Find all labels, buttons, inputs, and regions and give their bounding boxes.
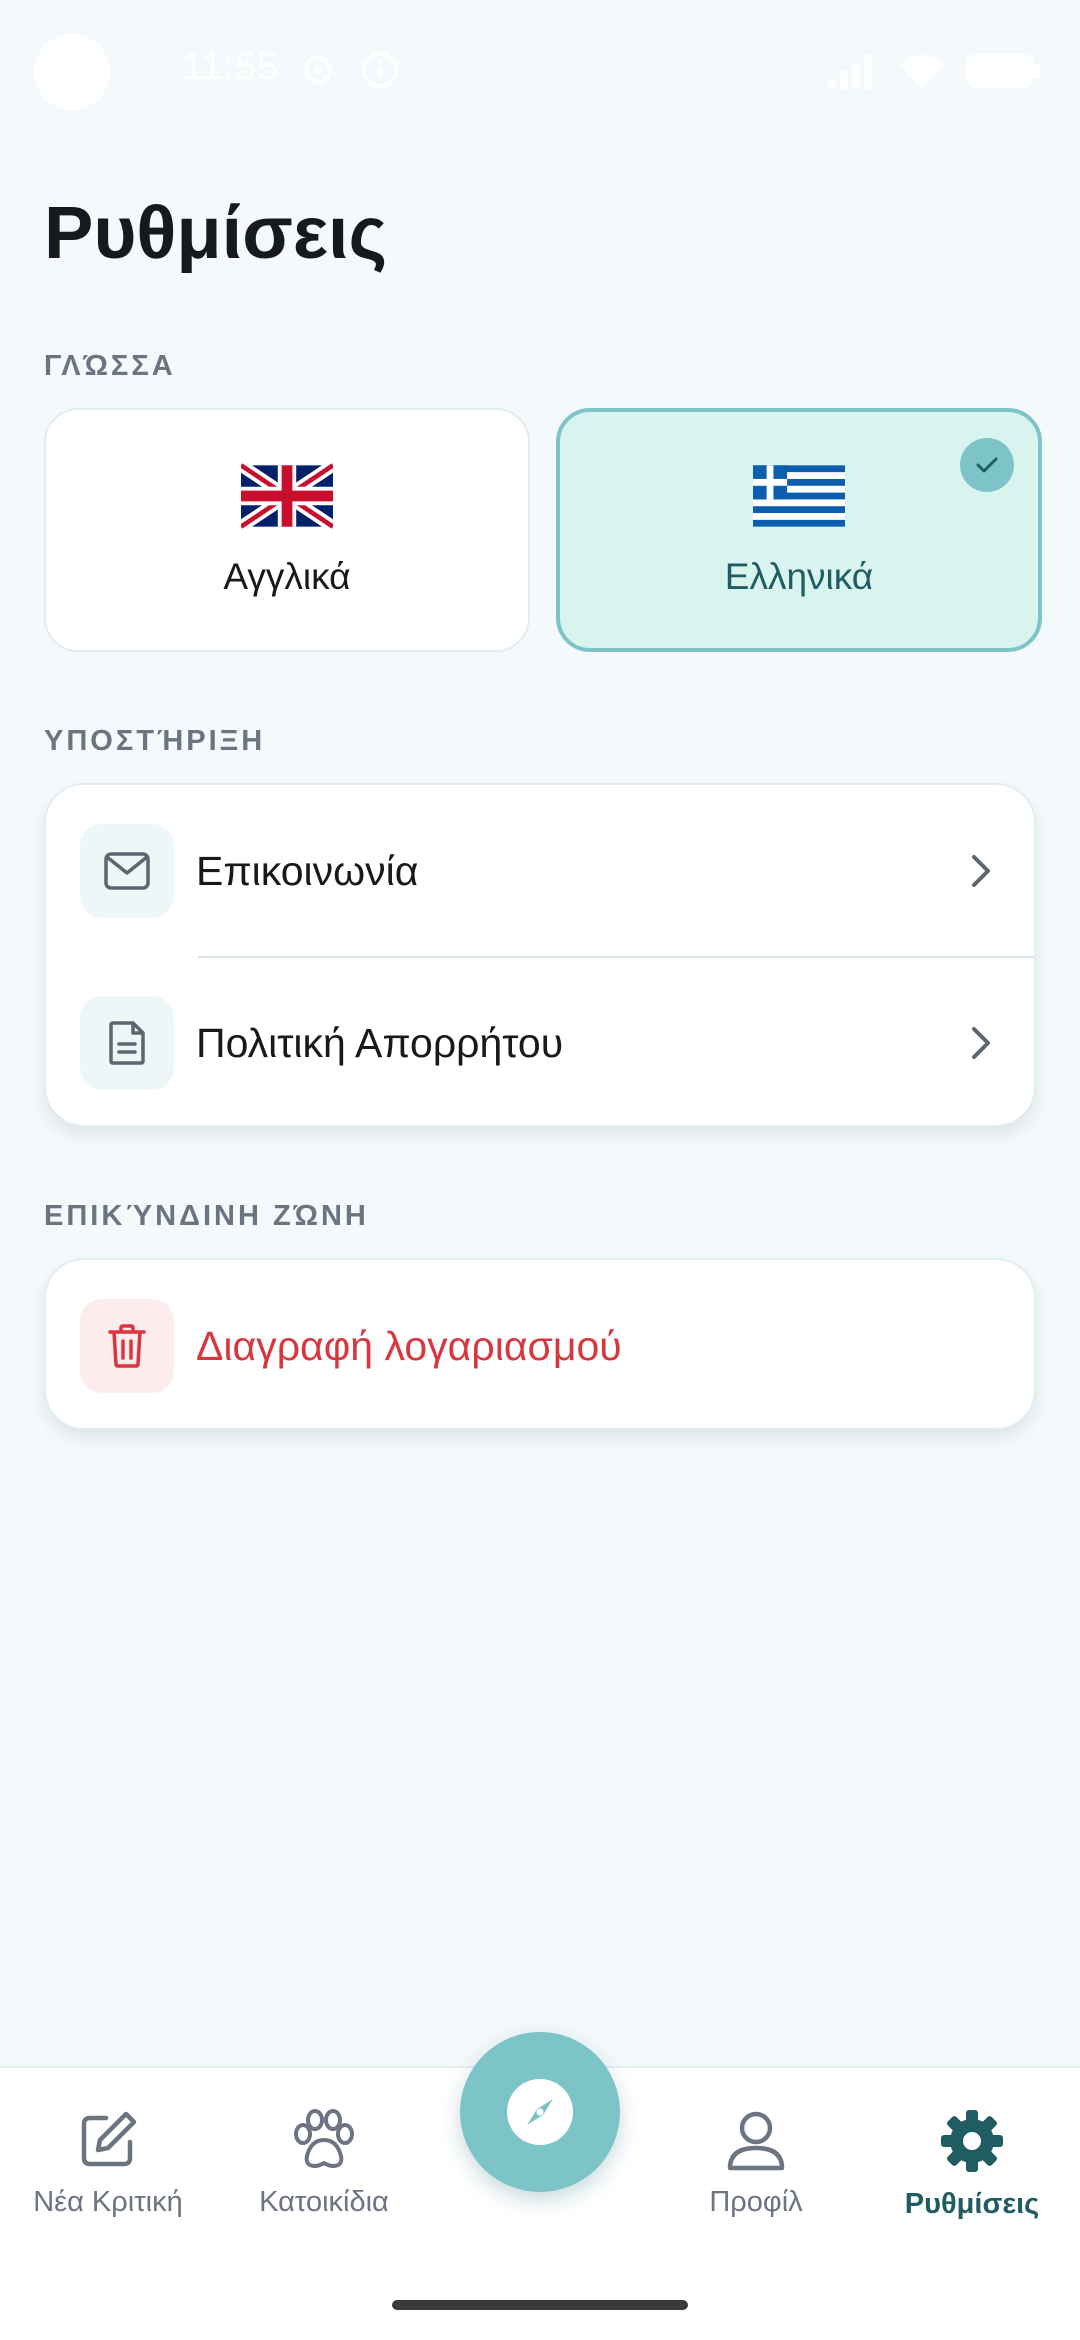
nav-label-settings: Ρυθμίσεις [904, 2188, 1040, 2220]
support-item-contact[interactable]: Επικοινωνία [46, 785, 1034, 957]
nav-item-profile[interactable]: Προφίλ [656, 2108, 856, 2219]
trash-icon [108, 1324, 146, 1368]
support-card: Επικοινωνία Πολιτική Απορρήτου [44, 783, 1036, 1127]
language-option-english[interactable]: Αγγλικά [44, 408, 530, 652]
status-time: 11:55 [182, 46, 280, 88]
section-label-support: ΥΠΟΣΤΉΡΙΞΗ [44, 725, 266, 757]
section-label-language: ΓΛΏΣΣΑ [44, 350, 176, 382]
language-option-greek[interactable]: Ελληνικά [556, 408, 1042, 652]
signal-icon [828, 55, 872, 89]
delete-account-label: Διαγραφή λογαριασμού [196, 1322, 622, 1369]
privacy-icon-box [80, 996, 174, 1090]
contact-icon-box [80, 824, 174, 918]
privacy-label: Πολιτική Απορρήτου [196, 1019, 564, 1066]
nav-label-pets: Κατοικίδια [259, 2186, 389, 2218]
user-icon [727, 2111, 785, 2171]
edit-icon [81, 2111, 137, 2167]
danger-zone-card: Διαγραφή λογαριασμού [44, 1258, 1036, 1430]
document-icon [109, 1021, 145, 1065]
uk-flag-icon [241, 462, 333, 530]
battery-icon [966, 54, 1040, 88]
check-icon [976, 457, 998, 473]
nav-label-new-review: Νέα Κριτική [33, 2186, 183, 2218]
explore-fab-button[interactable] [460, 2032, 620, 2192]
gear-icon [941, 2110, 1003, 2172]
nav-item-new-review[interactable]: Νέα Κριτική [8, 2108, 208, 2219]
support-item-privacy[interactable]: Πολιτική Απορρήτου [46, 957, 1034, 1125]
camera-cutout [34, 34, 110, 110]
contact-label: Επικοινωνία [196, 847, 419, 894]
greece-flag-icon [753, 465, 845, 527]
page-title: Ρυθμίσεις [44, 191, 388, 274]
selected-check-badge [960, 438, 1014, 492]
status-indicators [826, 52, 1040, 90]
mail-icon [104, 852, 150, 890]
delete-icon-box [80, 1299, 174, 1393]
nav-label-profile: Προφίλ [709, 2186, 803, 2218]
nav-item-settings[interactable]: Ρυθμίσεις [872, 2108, 1072, 2221]
wifi-icon [900, 55, 944, 88]
chevron-right-icon [972, 855, 990, 887]
nav-item-pets[interactable]: Κατοικίδια [224, 2108, 424, 2219]
info-status-icon [362, 52, 398, 88]
language-label-english: Αγγλικά [223, 556, 351, 597]
home-indicator[interactable] [392, 2300, 688, 2310]
settings-status-icon [304, 56, 332, 84]
compass-icon [507, 2079, 573, 2145]
section-label-danger-zone: ΕΠΙΚΎΝΔΙΝΗ ΖΏΝΗ [44, 1200, 369, 1232]
paw-icon [294, 2109, 354, 2168]
language-label-greek: Ελληνικά [724, 556, 874, 597]
status-bar: 11:55 [0, 0, 1080, 140]
delete-account-item[interactable]: Διαγραφή λογαριασμού [46, 1260, 1034, 1428]
chevron-right-icon [972, 1027, 990, 1059]
